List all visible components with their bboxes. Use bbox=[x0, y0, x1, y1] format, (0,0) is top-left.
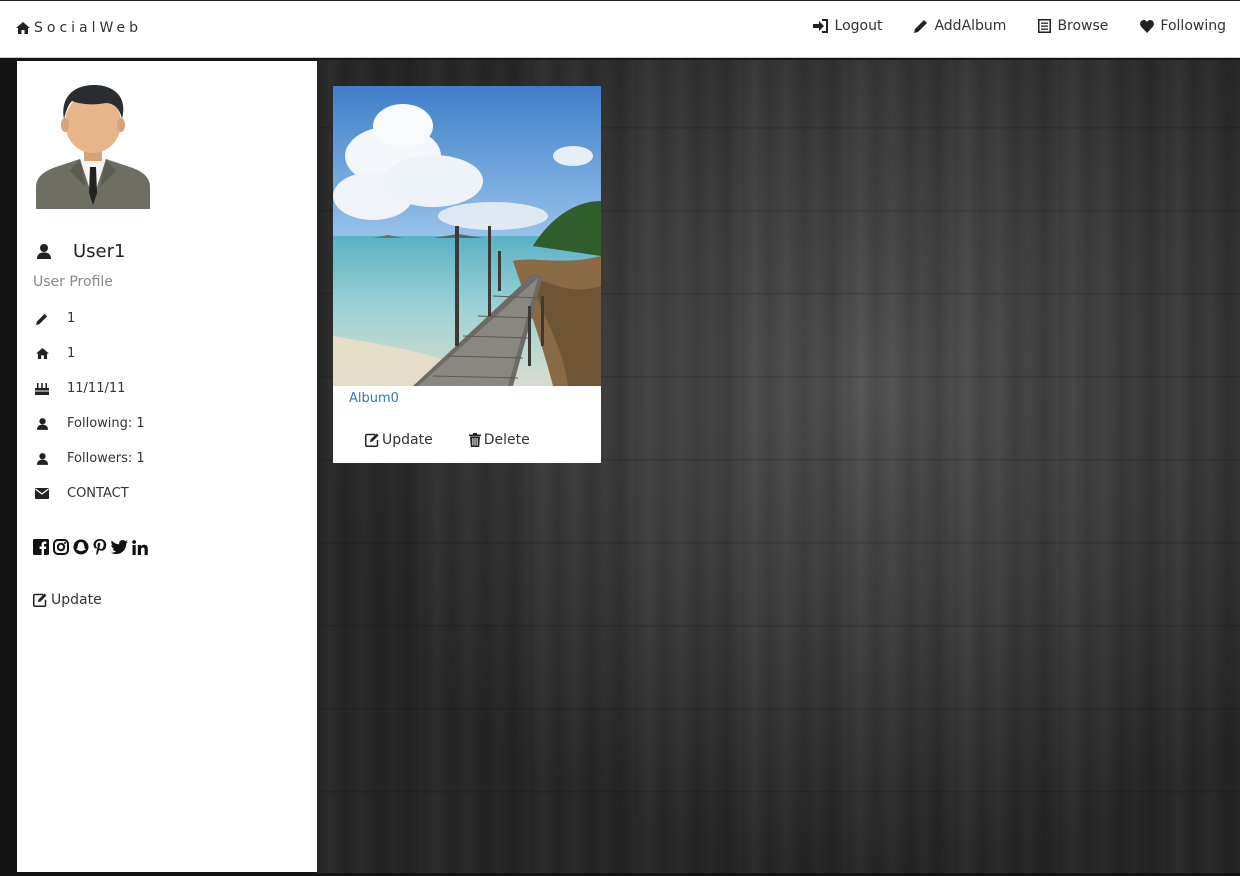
profile-subtitle: User Profile bbox=[33, 274, 113, 290]
info-row-birthday: 11/11/11 bbox=[35, 381, 125, 396]
linkedin-icon[interactable] bbox=[132, 539, 148, 555]
nav-addalbum[interactable]: AddAlbum bbox=[914, 18, 1006, 34]
home-icon bbox=[16, 22, 30, 34]
profile-update-label: Update bbox=[51, 592, 102, 608]
info-value: Followers: 1 bbox=[67, 451, 145, 466]
nav-following-label: Following bbox=[1160, 18, 1226, 34]
info-row-following: Following: 1 bbox=[35, 416, 145, 431]
album-delete-label: Delete bbox=[483, 432, 530, 448]
home-icon bbox=[35, 348, 49, 359]
pencil-icon bbox=[36, 313, 48, 325]
user-icon bbox=[37, 244, 51, 259]
trash-icon bbox=[468, 433, 481, 447]
profile-sidebar: User1 User Profile 1 1 11/11/11 Followin… bbox=[17, 61, 317, 872]
nav-following[interactable]: Following bbox=[1140, 18, 1226, 34]
edit-icon bbox=[33, 593, 47, 607]
info-value: 1 bbox=[67, 311, 76, 326]
album-update-button[interactable]: Update bbox=[365, 432, 433, 448]
avatar bbox=[36, 85, 150, 209]
envelope-icon bbox=[35, 488, 49, 499]
album-cover-image[interactable] bbox=[333, 86, 601, 386]
profile-update-button[interactable]: Update bbox=[33, 592, 102, 608]
info-value: 11/11/11 bbox=[67, 381, 126, 396]
facebook-icon[interactable] bbox=[33, 539, 49, 555]
nav-links: Logout AddAlbum Browse Following bbox=[781, 18, 1226, 34]
brand-label: SocialWeb bbox=[34, 20, 143, 36]
pinterest-icon[interactable] bbox=[93, 539, 107, 555]
social-links bbox=[33, 539, 152, 555]
album-actions: Update Delete bbox=[365, 432, 566, 448]
sign-in-icon bbox=[812, 19, 828, 33]
user-icon bbox=[36, 417, 48, 430]
birthday-cake-icon bbox=[35, 383, 49, 395]
nav-logout-label: Logout bbox=[834, 18, 883, 34]
user-icon bbox=[36, 452, 48, 465]
album-card: Album0 Update Delete bbox=[333, 86, 601, 463]
pencil-icon bbox=[914, 20, 928, 33]
album-delete-button[interactable]: Delete bbox=[468, 432, 530, 448]
info-row-followers: Followers: 1 bbox=[35, 451, 145, 466]
info-row-home: 1 bbox=[35, 346, 75, 361]
info-value: Following: 1 bbox=[67, 416, 145, 431]
info-value: CONTACT bbox=[67, 486, 129, 501]
instagram-icon[interactable] bbox=[53, 539, 69, 555]
info-value: 1 bbox=[67, 346, 76, 361]
snapchat-icon[interactable] bbox=[73, 539, 89, 555]
list-alt-icon bbox=[1038, 19, 1052, 33]
info-row-contact[interactable]: CONTACT bbox=[35, 486, 129, 501]
album-title[interactable]: Album0 bbox=[349, 391, 399, 406]
top-navbar: SocialWeb Logout AddAlbum Browse Followi… bbox=[0, 0, 1240, 58]
nav-browse-label: Browse bbox=[1057, 18, 1109, 34]
nav-logout[interactable]: Logout bbox=[812, 18, 883, 34]
twitter-icon[interactable] bbox=[111, 540, 128, 554]
album-update-label: Update bbox=[382, 432, 433, 448]
nav-browse[interactable]: Browse bbox=[1038, 18, 1108, 34]
info-row-pencil: 1 bbox=[35, 311, 75, 326]
username-label: User1 bbox=[73, 241, 126, 262]
brand-link[interactable]: SocialWeb bbox=[16, 20, 142, 36]
nav-addalbum-label: AddAlbum bbox=[934, 18, 1007, 34]
edit-icon bbox=[365, 433, 379, 447]
heart-icon bbox=[1140, 19, 1155, 33]
username: User1 bbox=[37, 241, 125, 262]
